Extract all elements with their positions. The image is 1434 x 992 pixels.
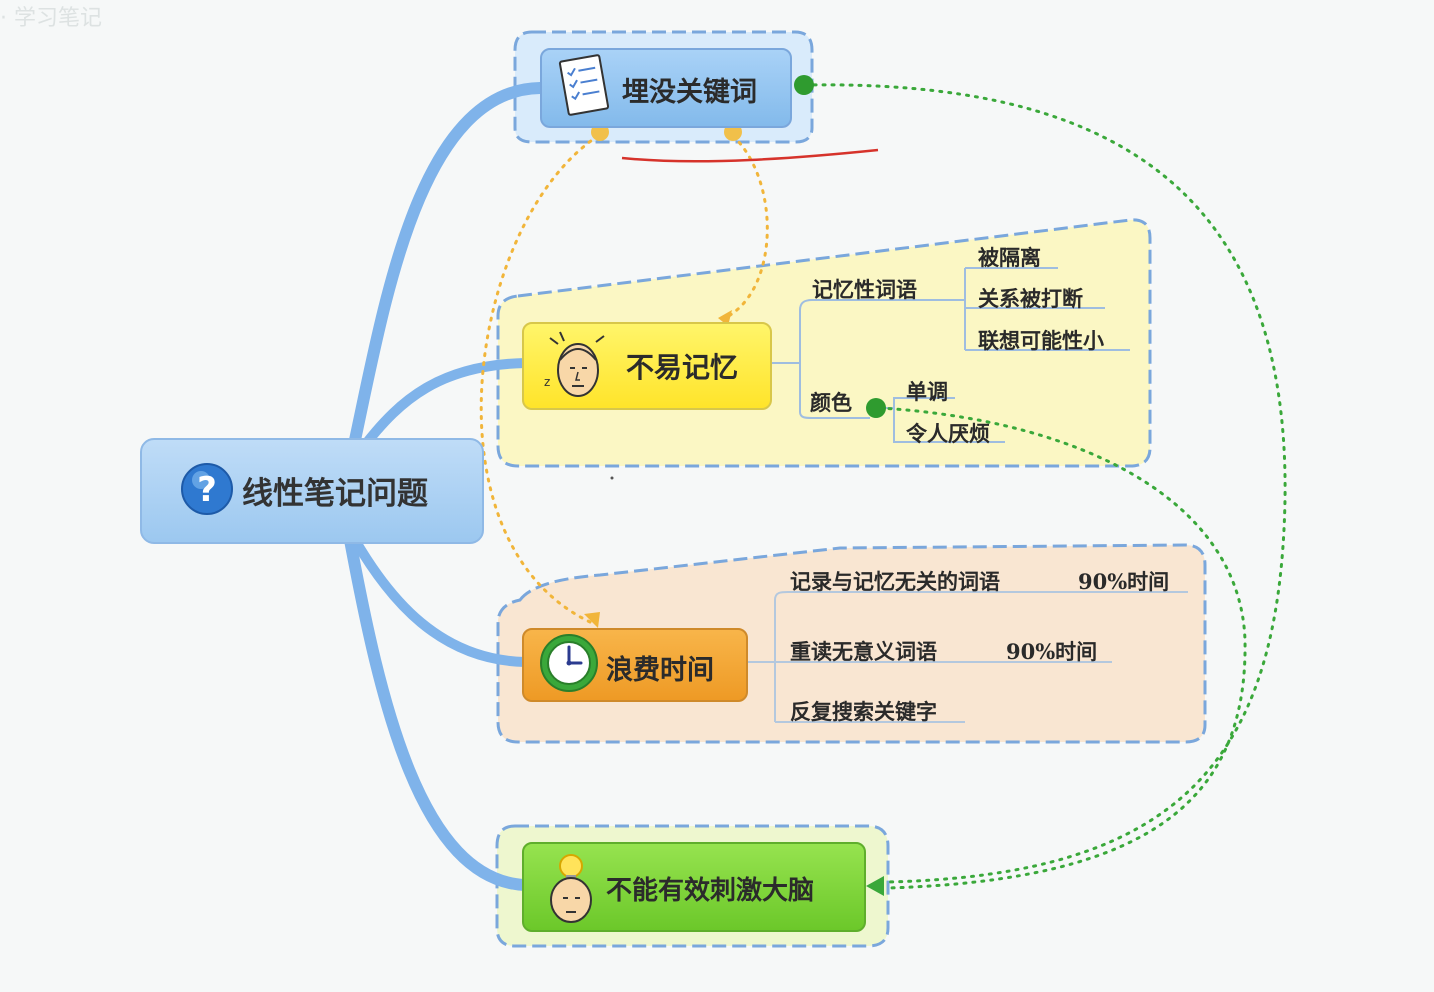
branch-brain-label: 不能有效刺激大脑 — [606, 876, 815, 906]
subtopic-color[interactable]: 颜色 — [810, 387, 852, 417]
subtopic-reread[interactable]: 重读无意义词语 — [790, 636, 937, 666]
green-relationships — [803, 83, 1287, 890]
branch-bury-label: 埋没关键词 — [622, 77, 757, 108]
clock-icon — [540, 634, 598, 692]
svg-text:z: z — [544, 375, 550, 389]
subtopic-search-keywords[interactable]: 反复搜索关键字 — [790, 696, 937, 726]
subtopic-isolated[interactable]: 被隔离 — [978, 242, 1041, 272]
red-annotation-line — [621, 148, 879, 163]
branch-waste-label: 浪费时间 — [606, 655, 714, 686]
subtopic-relation-broken[interactable]: 关系被打断 — [978, 283, 1083, 313]
subtopic-memory-words[interactable]: 记忆性词语 — [812, 274, 917, 304]
subtopic-reread-note: 90%时间 — [1006, 639, 1098, 664]
anchor-green-1 — [794, 75, 814, 95]
svg-text:?: ? — [197, 470, 217, 510]
lightbulb-head-icon — [550, 854, 592, 923]
question-icon: ? — [181, 463, 233, 515]
mind-map-canvas: · 学习笔记 ? 线性笔记问题 埋没关键词 z 不易记忆 记忆性词语 被隔离 关… — [0, 0, 1434, 992]
subtopic-association-low[interactable]: 联想可能性小 — [978, 325, 1104, 355]
anchor-green-2 — [866, 398, 886, 418]
subtopic-monotone[interactable]: 单调 — [906, 376, 948, 406]
subtopic-unrelated-words[interactable]: 记录与记忆无关的词语 — [790, 566, 1000, 596]
stray-dot — [610, 476, 614, 480]
head-icon: z — [544, 331, 605, 397]
root-label: 线性笔记问题 — [242, 476, 428, 512]
subtopic-boring[interactable]: 令人厌烦 — [906, 418, 990, 448]
subtopic-unrelated-words-note: 90%时间 — [1078, 569, 1170, 594]
checklist-icon — [558, 54, 610, 116]
branch-memory-label: 不易记忆 — [626, 351, 739, 384]
